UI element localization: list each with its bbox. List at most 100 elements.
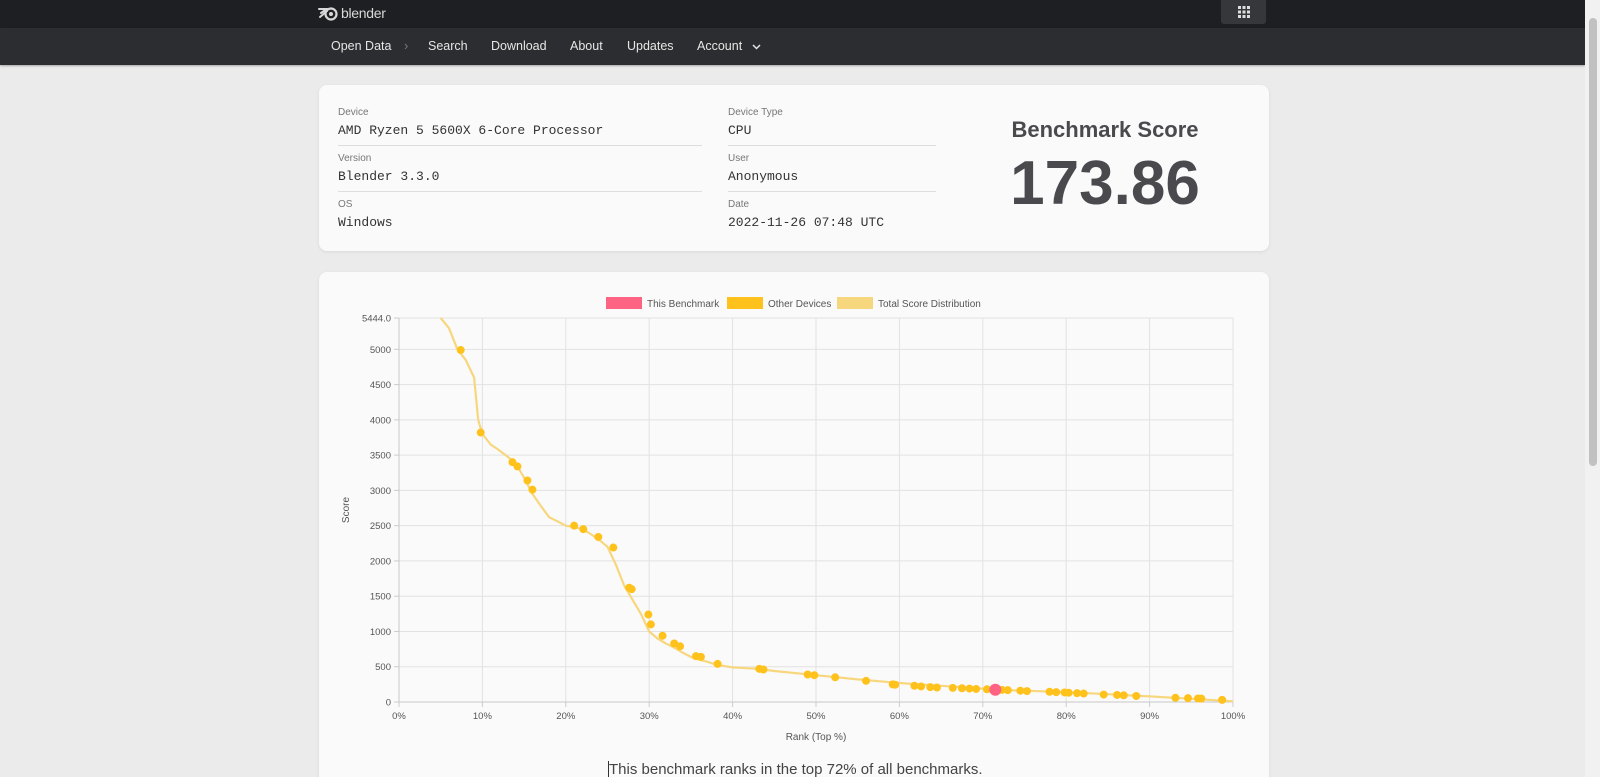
top-bar: blender [0,0,1585,28]
other-device-point [957,684,966,693]
other-device-point [646,620,655,629]
os-label: OS [338,199,353,210]
y-tick-label: 3500 [370,451,391,462]
version-field: Version Blender 3.3.0 [338,153,702,192]
other-device-point [528,485,537,494]
grid-icon [1237,6,1250,18]
apps-menu-button[interactable] [1221,0,1266,24]
os-field: OS Windows [338,199,702,237]
user-value: Anonymous [728,169,936,192]
date-value: 2022-11-26 07:48 UTC [728,215,885,230]
other-device-point [456,346,465,355]
y-tick-label: 0 [386,698,391,709]
x-tick-label: 90% [1140,711,1160,722]
x-tick-label: 0% [392,711,406,722]
other-device-point [476,428,485,437]
other-device-point [627,585,636,594]
device-type-label: Device Type [728,107,783,118]
other-device-point [594,532,603,541]
y-tick-label: 5000 [370,345,391,356]
legend-label: Other Devices [768,299,831,310]
rank-summary-text: This benchmark ranks in the top 72% of a… [608,761,983,777]
brand-name: blender [341,5,386,21]
y-tick-label: 1000 [370,627,391,638]
page-scrollbar[interactable] [1585,0,1600,777]
other-device-point [1003,686,1012,695]
other-device-point [1099,690,1108,699]
benchmark-score-value: 173.86 [1010,149,1200,218]
other-device-point [1064,688,1073,697]
y-tick-label: 4000 [370,415,391,426]
other-device-point [1132,692,1141,701]
x-tick-label: 10% [473,711,493,722]
other-device-point [1218,695,1227,704]
y-tick-label: 4500 [370,380,391,391]
legend-swatch [606,297,642,309]
nav-open-data[interactable]: Open Data [331,28,391,65]
blender-logo[interactable]: blender [318,2,386,24]
y-tick-label: 2500 [370,521,391,532]
other-device-point [948,683,957,692]
other-device-point [862,676,871,685]
other-device-point [696,652,705,661]
device-field: Device AMD Ryzen 5 5600X 6-Core Processo… [338,107,702,146]
date-label: Date [728,199,750,210]
y-axis-title: Score [341,497,352,524]
this-benchmark-point [989,683,1002,696]
other-device-point [1052,688,1061,697]
other-device-point [570,521,579,530]
date-field: Date 2022-11-26 07:48 UTC [728,199,936,237]
other-device-point [891,680,900,689]
other-device-point [1197,694,1206,703]
other-device-point [579,525,588,534]
nav-search[interactable]: Search [428,28,468,65]
other-device-point [1023,687,1032,696]
other-device-point [644,610,653,619]
blender-logo-icon [318,7,338,21]
legend-label: Total Score Distribution [878,299,981,310]
scrollbar-thumb[interactable] [1589,18,1597,466]
x-tick-label: 70% [973,711,993,722]
legend-swatch [727,297,763,309]
other-device-point [759,665,768,674]
distribution-line [439,317,1234,703]
other-device-point [1171,693,1180,702]
other-device-point [810,671,819,680]
nav-updates[interactable]: Updates [627,28,674,65]
other-device-point [831,673,840,682]
device-label: Device [338,107,369,118]
x-tick-label: 40% [723,711,743,722]
other-device-point [1119,691,1128,700]
legend-label: This Benchmark [647,299,720,310]
x-tick-label: 20% [556,711,576,722]
x-tick-label: 50% [806,711,826,722]
nav-bar: Open Data › Search Download About Update… [0,28,1585,65]
other-device-point [917,682,926,691]
other-device-point [932,683,941,692]
other-device-point [713,659,722,668]
other-device-point [676,642,685,651]
y-tick-label: 1500 [370,592,391,603]
nav-about[interactable]: About [570,28,603,65]
breadcrumb-chevron-icon: › [404,38,409,53]
x-tick-label: 30% [640,711,660,722]
other-device-point [972,684,981,693]
x-tick-label: 60% [890,711,910,722]
version-value: Blender 3.3.0 [338,169,702,192]
legend-swatch [837,297,873,309]
nav-account[interactable]: Account [697,28,761,65]
device-type-field: Device Type CPU [728,107,936,146]
other-device-point [513,462,522,471]
user-label: User [728,153,750,164]
device-value: AMD Ryzen 5 5600X 6-Core Processor [338,123,702,146]
device-type-value: CPU [728,123,936,146]
x-tick-label: 100% [1221,711,1246,722]
version-label: Version [338,153,372,164]
nav-download[interactable]: Download [491,28,547,65]
y-tick-label: 5444.0 [362,314,391,325]
y-tick-label: 2000 [370,556,391,567]
score-distribution-chart: This Benchmark Other Devices Total Score D… [341,297,1246,743]
benchmark-score-title: Benchmark Score [1011,117,1199,142]
user-field: User Anonymous [728,153,936,192]
chevron-down-icon [752,44,761,50]
